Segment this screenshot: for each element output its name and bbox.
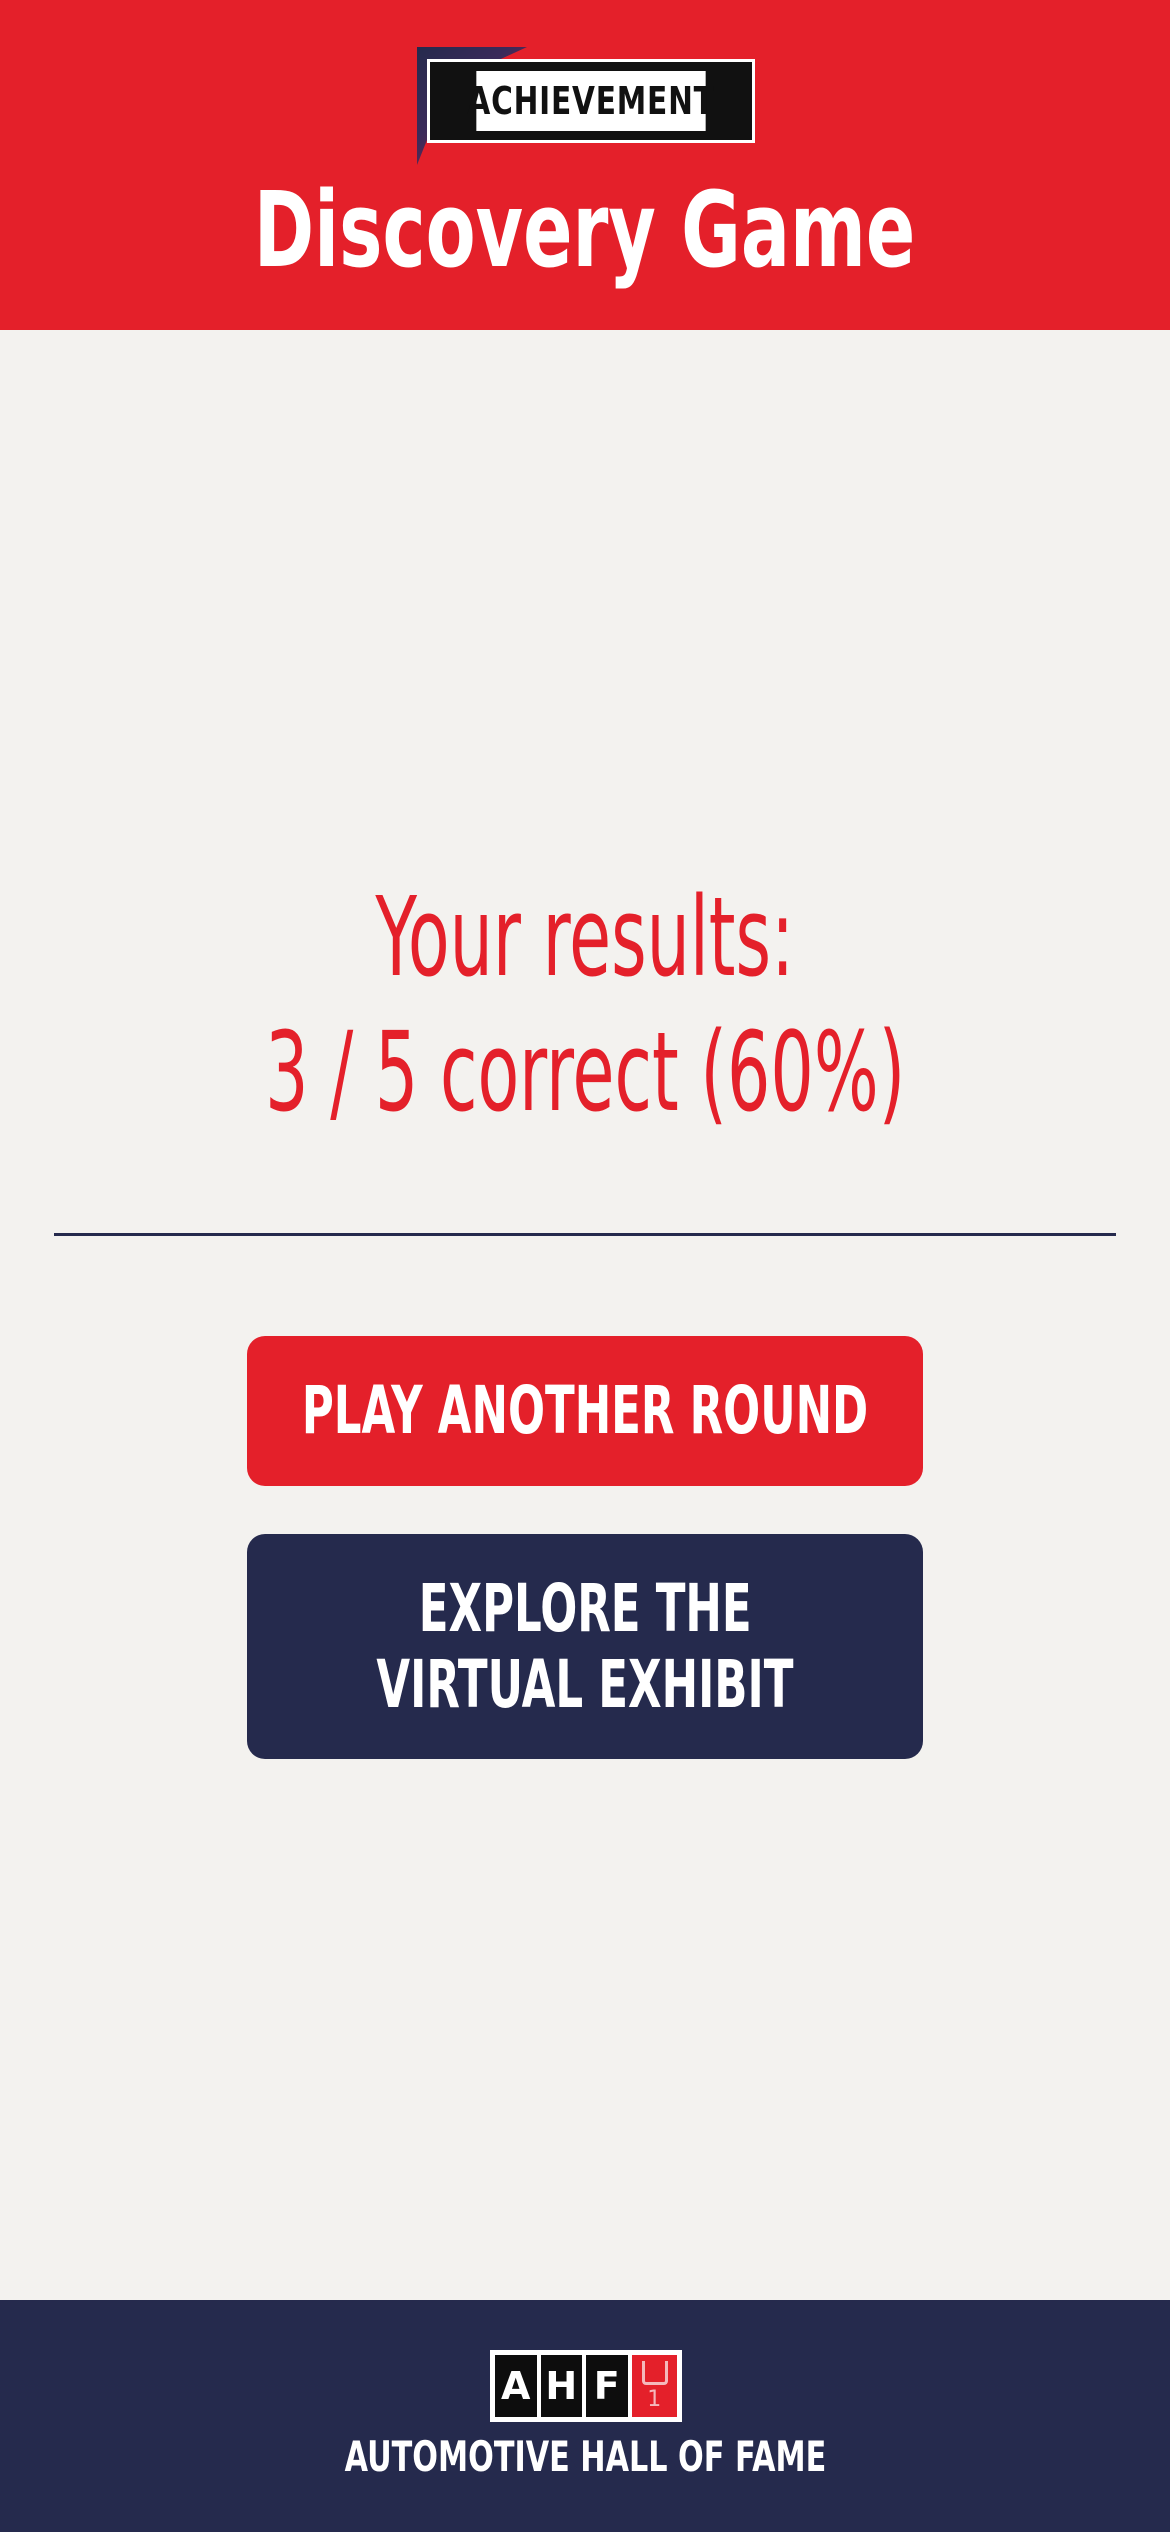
play-another-round-button[interactable]: PLAY ANOTHER ROUND [247, 1336, 923, 1486]
results-summary: Your results: 3 / 5 correct (60%) [0, 870, 1170, 1140]
explore-virtual-exhibit-button[interactable]: EXPLORE THE VIRTUAL EXHIBIT [247, 1534, 923, 1759]
ahf-logo: A H F 1 [490, 2350, 682, 2422]
logo-letter-h: H [540, 2355, 583, 2417]
explore-label-line2: VIRTUAL EXHIBIT [376, 1645, 794, 1723]
logo-u-shape-icon [641, 2361, 668, 2385]
page-title: Discovery Game [0, 170, 1170, 290]
results-heading: Your results: [0, 870, 1170, 1005]
play-another-round-label: PLAY ANOTHER ROUND [301, 1372, 869, 1449]
organization-name: AUTOMOTIVE HALL OF FAME [0, 2432, 1170, 2482]
header: ACHIEVEMENT Discovery Game [0, 0, 1170, 330]
section-divider [54, 1233, 1116, 1236]
badge-frame: ACHIEVEMENT [427, 59, 755, 143]
footer: A H F 1 AUTOMOTIVE HALL OF FAME [0, 2300, 1170, 2532]
logo-letter-a: A [495, 2355, 537, 2417]
results-score: 3 / 5 correct (60%) [0, 1005, 1170, 1140]
results-score-text: 3 / 5 correct (60%) [264, 1008, 906, 1136]
achievement-badge: ACHIEVEMENT [417, 47, 755, 165]
logo-mark-number: 1 [647, 2387, 662, 2412]
page-title-text: Discovery Game [254, 169, 916, 291]
results-screen: ACHIEVEMENT Discovery Game Your results:… [0, 0, 1170, 2532]
organization-name-text: AUTOMOTIVE HALL OF FAME [344, 2432, 826, 2481]
logo-letter-f: F [586, 2355, 628, 2417]
badge-label: ACHIEVEMENT [467, 71, 714, 131]
logo-mark: 1 [631, 2355, 678, 2417]
results-heading-text: Your results: [375, 873, 795, 1001]
explore-label-line1: EXPLORE THE [418, 1569, 752, 1647]
